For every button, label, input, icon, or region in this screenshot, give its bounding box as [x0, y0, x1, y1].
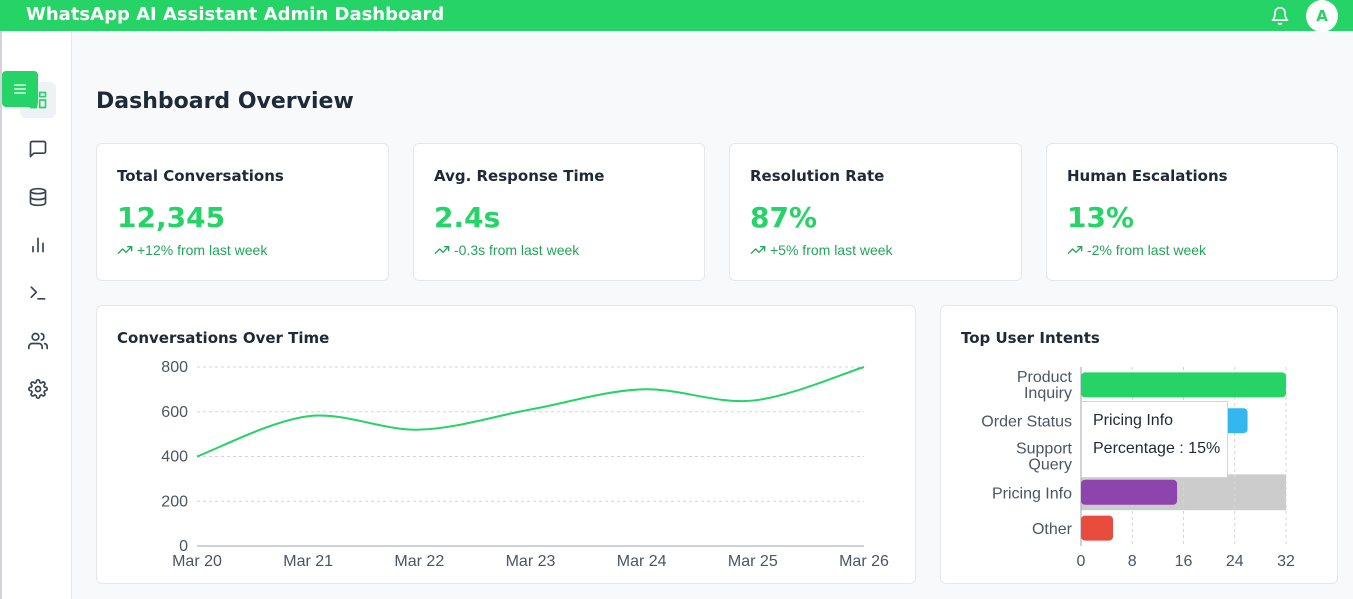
tooltip-name: Pricing Info: [1093, 412, 1174, 429]
intents-bar-chart: 0 8 16 24 32 Product Inquiry Order Status Suppor…: [981, 367, 1295, 570]
bar: [1081, 479, 1178, 505]
menu-icon: [14, 84, 26, 94]
tooltip-value: Percentage : 15%: [1093, 440, 1221, 457]
x-tick-label: 32: [1277, 553, 1295, 570]
category-label: Support Query: [1016, 441, 1073, 474]
bar: [1081, 515, 1114, 541]
x-tick-label: 8: [1128, 553, 1137, 570]
x-tick-label: 16: [1175, 553, 1193, 570]
x-tick-label: 0: [1077, 553, 1086, 570]
bar: [1081, 372, 1286, 398]
category-label: Pricing Info: [992, 485, 1072, 502]
menu-toggle-button[interactable]: [2, 71, 38, 107]
category-label: Other: [1032, 521, 1073, 538]
chart-tooltip: Pricing Info Percentage : 15%: [1081, 401, 1228, 478]
category-label: Product Inquiry: [1017, 369, 1073, 402]
category-label: Order Status: [981, 414, 1072, 431]
x-tick-label: 24: [1226, 553, 1244, 570]
